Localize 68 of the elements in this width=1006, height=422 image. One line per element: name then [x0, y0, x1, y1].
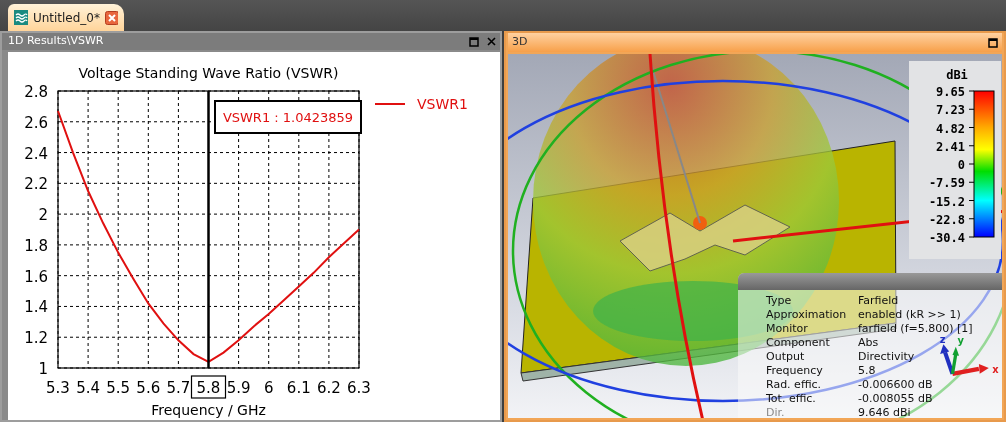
x-tick-label: 5.4 [76, 379, 101, 397]
info-value: -0.006600 dB [858, 378, 933, 392]
y-tick-label: 2.2 [24, 175, 48, 194]
scale-tick-label: -7.59 [928, 176, 965, 191]
axis-letter: y [957, 335, 964, 347]
y-tick-label: 1.8 [24, 236, 48, 255]
info-value: Farfield [858, 294, 899, 308]
marker-line[interactable] [207, 91, 210, 368]
x-tick-label: 5.9 [226, 379, 251, 397]
info-label: Frequency [766, 364, 824, 378]
panel-title: 3D [512, 34, 528, 51]
info-value: Directivity [858, 350, 915, 364]
info-label: Output [766, 350, 806, 364]
tab-title: Untitled_0* [32, 9, 100, 27]
scale-tick-label: 7.23 [936, 103, 965, 118]
info-value: 9.646 dBi [858, 406, 911, 418]
scale-tick-label: 4.82 [936, 121, 965, 136]
info-value: 5.8 [858, 364, 876, 378]
info-value: Abs [858, 336, 879, 350]
waves-icon [14, 10, 28, 25]
marker-readout: VSWR1 : 1.0423859 [214, 100, 362, 134]
close-icon[interactable] [105, 10, 118, 25]
y-tick-label: 2 [38, 206, 48, 225]
info-label: Component [766, 336, 831, 350]
info-label: Type [766, 294, 793, 308]
info-label: Dir. [766, 406, 786, 418]
x-axis-label: Frequency / GHz [151, 402, 266, 418]
info-label: Approximation [766, 308, 848, 322]
annotation: VSWR1 : 1.0423859 [222, 110, 354, 125]
scale-tick-label: 0 [957, 158, 965, 172]
info-value: farfield (f=5.800) [1] [858, 322, 973, 336]
info-label: Rad. effic. [766, 378, 823, 392]
scale-tick-label: -22.8 [928, 212, 965, 227]
info-value: enabled (kR >> 1) [858, 308, 961, 322]
scale-unit: dBi [946, 68, 968, 82]
info-label: Tot. effic. [766, 392, 817, 406]
x-tick-label: 5.7 [166, 379, 191, 397]
axes-triad-icon [940, 344, 989, 376]
chart-title: Voltage Standing Wave Ratio (VSWR) [78, 65, 339, 81]
y-tick-label: 1 [38, 360, 48, 378]
close-icon[interactable] [487, 37, 496, 46]
legend-label: VSWR1 [417, 96, 468, 112]
y-tick-label: 1.4 [24, 298, 48, 317]
y-tick-label: 2.8 [24, 83, 48, 101]
y-tick-label: 1.2 [24, 329, 48, 348]
x-tick-label: 6.1 [286, 379, 311, 397]
x-tick-label: 6.2 [316, 379, 341, 397]
x-tick-label: 6.3 [347, 379, 371, 397]
scale-tick-label: 2.41 [936, 139, 965, 154]
x-tick-label: 5.5 [106, 379, 131, 397]
x-tick-label: 5.6 [136, 379, 161, 397]
scale-tick-label: -15.2 [928, 194, 965, 209]
axis-letter: x [992, 364, 999, 375]
x-tick-label: 6 [263, 379, 274, 397]
y-tick-label: 2.6 [24, 113, 48, 132]
info-value: -0.008055 dB [858, 392, 933, 406]
info-label: Monitor [766, 322, 809, 336]
scale-tick-label: 9.65 [936, 85, 965, 99]
axis-letter: z [939, 334, 946, 345]
y-tick-label: 2.4 [24, 144, 48, 163]
maximize-icon[interactable] [988, 37, 998, 48]
document-tab[interactable]: Untitled_0* [8, 4, 124, 31]
x-tick-label: 5.8 [196, 379, 221, 397]
panel-title: 1D Results\VSWR [8, 33, 104, 50]
scale-tick-label: -30.4 [928, 231, 965, 245]
marker-tick-label: 5.8 [190, 375, 227, 399]
x-tick-label: 5.3 [46, 379, 70, 397]
y-tick-label: 1.6 [24, 267, 48, 286]
